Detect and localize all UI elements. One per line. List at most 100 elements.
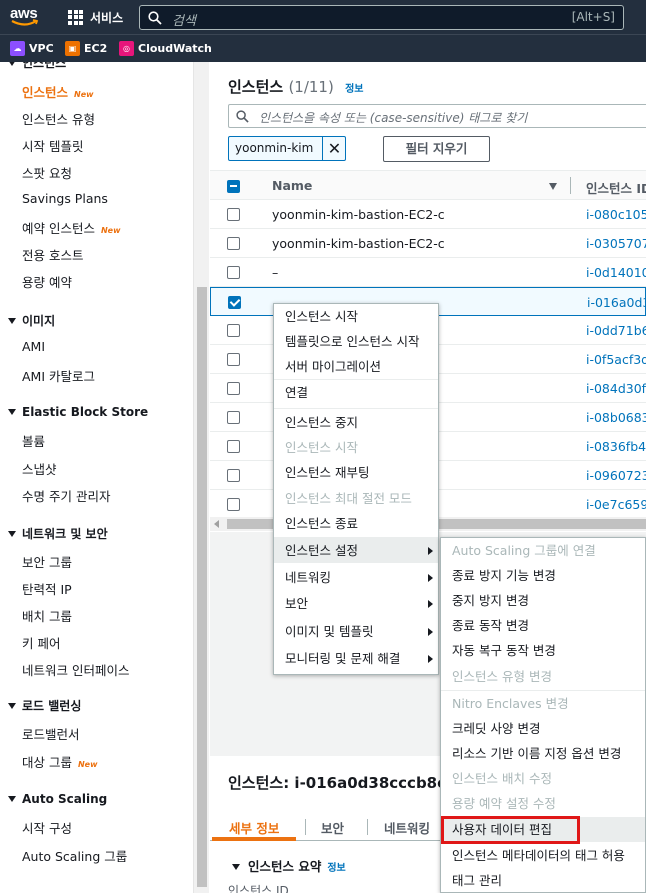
sidebar-item-dedicated-hosts[interactable]: 전용 호스트 [22, 245, 83, 264]
sidebar-item-snapshots[interactable]: 스냅샷 [22, 459, 57, 478]
sidebar-item-launch-templates[interactable]: 시작 템플릿 [22, 136, 83, 155]
sidebar-item-elastic-ips[interactable]: 탄력적 IP [22, 579, 72, 598]
sidebar-item-auto-scaling-groups[interactable]: Auto Scaling 그룹 [22, 846, 127, 865]
instance-id-link[interactable]: i-0d14010 [586, 265, 646, 280]
instance-summary-header[interactable]: 인스턴스 요약 정보 [232, 856, 346, 875]
instance-id-link[interactable]: i-08b0683 [586, 410, 646, 425]
sidebar-item-instance-types[interactable]: 인스턴스 유형 [22, 109, 95, 128]
context-menu-item[interactable]: 서버 마이그레이션 [274, 354, 438, 379]
table-row[interactable]: yoonmin-kim-bastion-EC2-c i-080c1057 [210, 200, 646, 229]
favorite-ec2[interactable]: ▣ EC2 [65, 41, 107, 56]
instance-id-link[interactable]: i-0e7c6599 [586, 497, 646, 512]
favorite-cloudwatch[interactable]: ◎ CloudWatch [119, 41, 212, 56]
summary-field-label: 인스턴스 ID [228, 884, 289, 893]
context-menu-item[interactable]: 모니터링 및 문제 해결 [274, 646, 438, 671]
filter-token[interactable]: yoonmin-kim ✕ [228, 136, 346, 161]
row-checkbox[interactable] [227, 440, 240, 453]
context-menu-item[interactable]: 인스턴스 시작 [274, 304, 438, 329]
context-menu-item[interactable]: 인스턴스 재부팅 [274, 460, 438, 485]
instance-id-link[interactable]: i-016a0d3 [587, 295, 646, 310]
scroll-left-icon[interactable] [214, 520, 219, 528]
context-menu-item[interactable]: 이미지 및 템플릿 [274, 619, 438, 644]
row-checkbox[interactable] [227, 411, 240, 424]
instance-id-link[interactable]: i-0305707 [586, 236, 646, 251]
submenu-item[interactable]: 태그 관리 [441, 868, 645, 893]
row-checkbox[interactable] [227, 382, 240, 395]
sidebar-item-network-interfaces[interactable]: 네트워크 인터페이스 [22, 660, 129, 679]
instance-id-link[interactable]: i-0dd71b6 [586, 323, 646, 338]
info-link[interactable]: 정보 [345, 84, 363, 95]
sidebar-item-ami[interactable]: AMI [22, 339, 45, 354]
menu-item-label: 인스턴스 중지 [285, 415, 358, 430]
row-checkbox[interactable] [227, 324, 240, 337]
instance-id-link[interactable]: i-0960723 [586, 468, 646, 483]
sidebar-item-volumes[interactable]: 볼륨 [22, 431, 45, 450]
instance-id-link[interactable]: i-084d30f9 [586, 381, 646, 396]
sidebar-item-launch-configurations[interactable]: 시작 구성 [22, 818, 72, 837]
sidebar-section-instances[interactable]: 인스턴스 [8, 62, 66, 71]
instance-id-link[interactable]: i-080c1057 [586, 207, 646, 222]
submenu-item[interactable]: 리소스 기반 이름 지정 옵션 변경 [441, 741, 645, 766]
menu-item-label: 모니터링 및 문제 해결 [285, 651, 401, 666]
sidebar-item-placement-groups[interactable]: 배치 그룹 [22, 606, 72, 625]
select-all-checkbox[interactable] [227, 180, 240, 193]
row-checkbox[interactable] [228, 296, 241, 309]
sidebar-item-ami-catalog[interactable]: AMI 카탈로그 [22, 366, 95, 385]
sidebar-item-load-balancers[interactable]: 로드밸런서 [22, 724, 80, 743]
column-divider[interactable] [570, 177, 571, 194]
column-header-name[interactable]: Name [272, 178, 312, 193]
services-menu-button[interactable]: 서비스 [68, 8, 123, 26]
submenu-item[interactable]: 자동 복구 동작 변경 [441, 638, 645, 663]
global-search-input[interactable]: 검색 [Alt+S] [139, 5, 624, 30]
sidebar-item-spot-requests[interactable]: 스팟 요청 [22, 163, 72, 182]
table-row[interactable]: yoonmin-kim-bastion-EC2-c i-0305707 [210, 229, 646, 258]
submenu-item[interactable]: 중지 방지 변경 [441, 588, 645, 613]
context-menu-item[interactable]: 네트워킹 [274, 565, 438, 590]
column-header-instance-id[interactable]: 인스턴스 ID [586, 178, 646, 197]
sidebar-section-network[interactable]: 네트워크 및 보안 [8, 525, 108, 542]
sidebar-item-reserved-instances[interactable]: 예약 인스턴스 New [22, 218, 121, 237]
context-menu-item[interactable]: 보안 [274, 591, 438, 616]
sidebar-scrollbar-thumb[interactable] [197, 287, 207, 887]
tab-details[interactable]: 세부 정보 [229, 818, 279, 837]
sidebar-item-instances[interactable]: 인스턴스 New [22, 82, 94, 101]
aws-logo[interactable]: aws [10, 5, 42, 29]
row-checkbox[interactable] [227, 353, 240, 366]
favorite-vpc[interactable]: ☁ VPC [10, 41, 54, 56]
context-menu-item[interactable]: 인스턴스 설정 [274, 538, 438, 563]
row-checkbox[interactable] [227, 469, 240, 482]
context-menu-item[interactable]: 인스턴스 중지 [274, 410, 438, 435]
tab-security[interactable]: 보안 [321, 818, 344, 837]
instance-id-link[interactable]: i-0f5acf3d [586, 352, 646, 367]
row-checkbox[interactable] [227, 266, 240, 279]
sidebar-section-auto-scaling[interactable]: Auto Scaling [8, 792, 107, 806]
sidebar-item-target-groups[interactable]: 대상 그룹 New [22, 752, 98, 771]
sidebar-item-lifecycle-manager[interactable]: 수명 주기 관리자 [22, 486, 110, 505]
sidebar-item-security-groups[interactable]: 보안 그룹 [22, 552, 72, 571]
tab-networking[interactable]: 네트워킹 [384, 818, 430, 837]
sort-desc-icon[interactable] [549, 183, 557, 190]
sidebar-item-key-pairs[interactable]: 키 페어 [22, 633, 60, 652]
sidebar-item-capacity-reservations[interactable]: 용량 예약 [22, 272, 72, 291]
remove-filter-button[interactable]: ✕ [322, 137, 346, 160]
instance-id-link[interactable]: i-0836fb4b [586, 439, 646, 454]
sidebar-section-ebs[interactable]: Elastic Block Store [8, 405, 148, 419]
context-menu-item[interactable]: 인스턴스 종료 [274, 511, 438, 536]
sidebar-scrollbar[interactable] [193, 62, 209, 893]
info-link[interactable]: 정보 [327, 863, 345, 874]
context-menu-item[interactable]: 연결 [274, 380, 438, 405]
submenu-item[interactable]: 인스턴스 메타데이터의 태그 허용 [441, 843, 645, 868]
submenu-item[interactable]: 종료 방지 기능 변경 [441, 563, 645, 588]
row-checkbox[interactable] [227, 208, 240, 221]
row-checkbox[interactable] [227, 237, 240, 250]
row-checkbox[interactable] [227, 498, 240, 511]
sidebar-section-images[interactable]: 이미지 [8, 312, 55, 329]
sidebar-section-load-balancing[interactable]: 로드 밸런싱 [8, 697, 81, 714]
context-menu-item[interactable]: 템플릿으로 인스턴스 시작 [274, 329, 438, 354]
submenu-item[interactable]: 종료 동작 변경 [441, 613, 645, 638]
sidebar-item-savings-plans[interactable]: Savings Plans [22, 191, 108, 206]
clear-filters-button[interactable]: 필터 지우기 [383, 136, 490, 162]
instance-search-input[interactable]: 인스턴스을 속성 또는 (case-sensitive) 태그로 찾기 [228, 104, 646, 128]
table-row[interactable]: – i-0d14010 [210, 258, 646, 287]
submenu-item[interactable]: 크레딧 사양 변경 [441, 716, 645, 741]
